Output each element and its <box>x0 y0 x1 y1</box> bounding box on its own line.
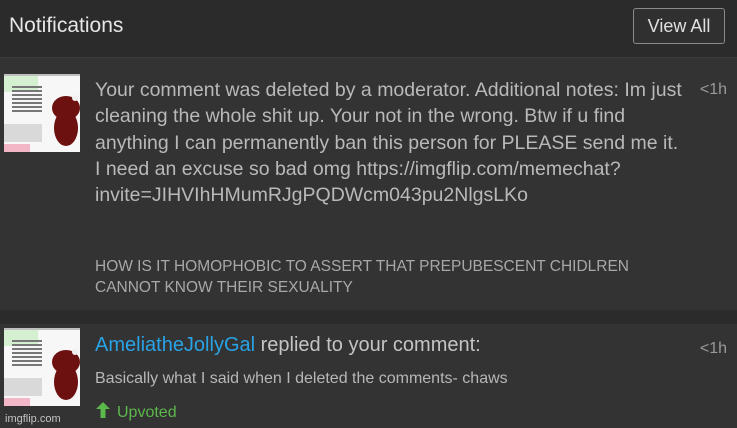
reply-header: AmeliatheJollyGal replied to your commen… <box>95 334 481 357</box>
username-link[interactable]: AmeliatheJollyGal <box>95 334 255 356</box>
notification-thumbnail[interactable] <box>4 328 80 406</box>
notification-time: <1h <box>699 340 727 357</box>
notification-divider <box>0 310 737 324</box>
notification-time: <1h <box>699 81 727 98</box>
notification-item[interactable]: Your comment was deleted by a moderator.… <box>0 58 737 310</box>
view-all-button[interactable]: View All <box>633 8 725 44</box>
reply-action-text: replied to your comment: <box>255 334 481 356</box>
imgflip-watermark: imgflip.com <box>5 413 61 425</box>
page-title: Notifications <box>9 14 124 37</box>
quoted-comment: HOW IS IT HOMOPHOBIC TO ASSERT THAT PREP… <box>95 258 630 296</box>
arrow-up-icon <box>95 401 111 424</box>
upvote-status: Upvoted <box>95 401 177 424</box>
notifications-header: Notifications View All <box>0 0 737 58</box>
reply-body: Basically what I said when I deleted the… <box>95 370 508 387</box>
meme-thumbnail-image <box>4 328 80 406</box>
notification-body: Your comment was deleted by a moderator.… <box>95 79 682 207</box>
notification-thumbnail[interactable] <box>4 74 80 152</box>
notification-item[interactable]: AmeliatheJollyGal replied to your commen… <box>0 324 737 428</box>
meme-thumbnail-image <box>4 74 80 152</box>
upvote-label: Upvoted <box>117 403 177 421</box>
